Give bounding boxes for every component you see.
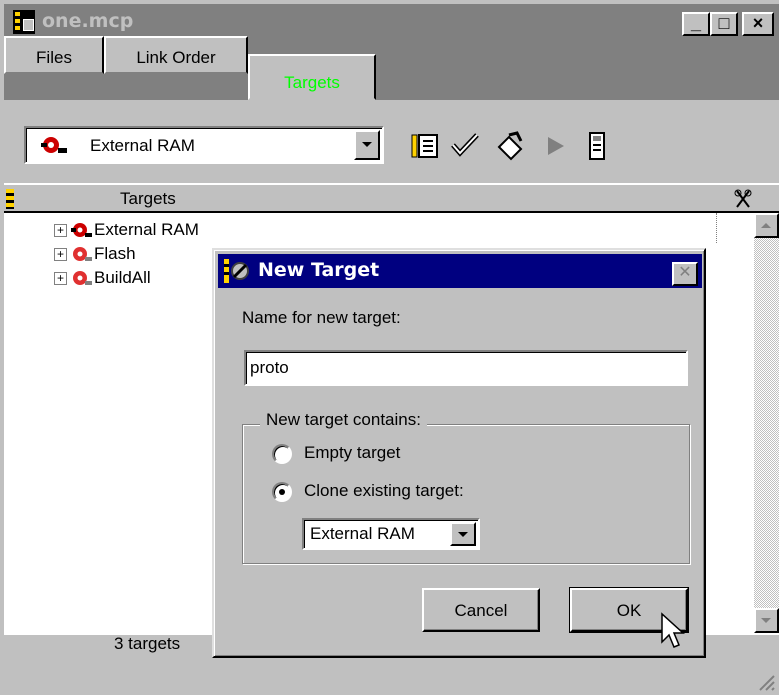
scroll-down-button[interactable]: [754, 608, 779, 633]
radio-selected-dot: [279, 489, 285, 495]
window-titlebar[interactable]: one.mcp _ □ ×: [4, 4, 779, 36]
clone-source-select[interactable]: External RAM: [302, 518, 480, 550]
maximize-button[interactable]: □: [710, 12, 738, 36]
tab-files[interactable]: Files: [4, 36, 104, 74]
empty-target-label[interactable]: Empty target: [304, 443, 400, 463]
link-column-icon: [734, 189, 752, 208]
minimize-button[interactable]: _: [682, 12, 710, 36]
mouse-cursor-icon: [661, 612, 685, 648]
resize-grip-icon[interactable]: [756, 672, 776, 692]
column-divider: [716, 213, 717, 243]
list-item[interactable]: + BuildAll: [54, 267, 204, 291]
vertical-scrollbar[interactable]: [754, 213, 779, 633]
run-icon[interactable]: [540, 131, 570, 161]
clone-source-value: External RAM: [310, 524, 415, 543]
target-icon: [71, 223, 92, 237]
list-column-header[interactable]: Targets: [4, 183, 779, 213]
check-syntax-icon[interactable]: [450, 131, 480, 161]
group-label: New target contains:: [260, 410, 427, 430]
expand-icon[interactable]: +: [54, 272, 67, 285]
tab-targets[interactable]: Targets: [248, 54, 376, 100]
window-title: one.mcp: [42, 10, 134, 32]
expand-icon[interactable]: +: [54, 248, 67, 261]
status-text: 3 targets: [114, 634, 181, 653]
cancel-button[interactable]: Cancel: [422, 588, 540, 632]
debug-icon[interactable]: [582, 131, 612, 161]
target-icon: [73, 247, 92, 261]
target-dropdown-button[interactable]: [354, 130, 380, 160]
empty-target-radio[interactable]: [272, 444, 292, 464]
dialog-target-icon: [224, 259, 249, 283]
chevron-up-icon: [761, 223, 771, 228]
target-name-input[interactable]: [244, 350, 688, 386]
tab-bar: Files Link Order Targets: [4, 36, 779, 100]
target-icon: [73, 271, 92, 285]
clone-dropdown-button[interactable]: [450, 522, 476, 546]
close-button[interactable]: ×: [742, 12, 774, 36]
new-target-dialog: New Target ✕ Name for new target: New ta…: [212, 248, 706, 658]
dialog-title: New Target: [258, 259, 380, 281]
scroll-up-button[interactable]: [754, 213, 779, 238]
target-settings-icon[interactable]: [410, 131, 440, 161]
name-label: Name for new target:: [242, 308, 401, 327]
project-file-icon: [13, 10, 35, 34]
target-column-icon: [6, 189, 14, 209]
list-item-label: External RAM: [94, 220, 199, 239]
make-icon[interactable]: [495, 131, 525, 161]
chevron-down-icon: [362, 142, 372, 147]
list-item-label: BuildAll: [94, 268, 151, 287]
dialog-close-button[interactable]: ✕: [672, 262, 698, 286]
clone-target-label[interactable]: Clone existing target:: [304, 481, 464, 501]
target-select-value: External RAM: [90, 136, 195, 155]
tab-link-order[interactable]: Link Order: [104, 36, 248, 74]
list-item[interactable]: + External RAM: [54, 219, 284, 243]
expand-icon[interactable]: +: [54, 224, 67, 237]
list-item-label: Flash: [94, 244, 136, 263]
chevron-down-icon: [761, 618, 771, 623]
target-select[interactable]: External RAM: [24, 126, 384, 164]
list-item[interactable]: + Flash: [54, 243, 204, 267]
clone-target-radio[interactable]: [272, 482, 292, 502]
dialog-titlebar[interactable]: New Target ✕: [218, 254, 702, 288]
chevron-down-icon: [458, 532, 468, 537]
column-header-targets: Targets: [120, 189, 176, 208]
target-icon: [41, 137, 67, 153]
